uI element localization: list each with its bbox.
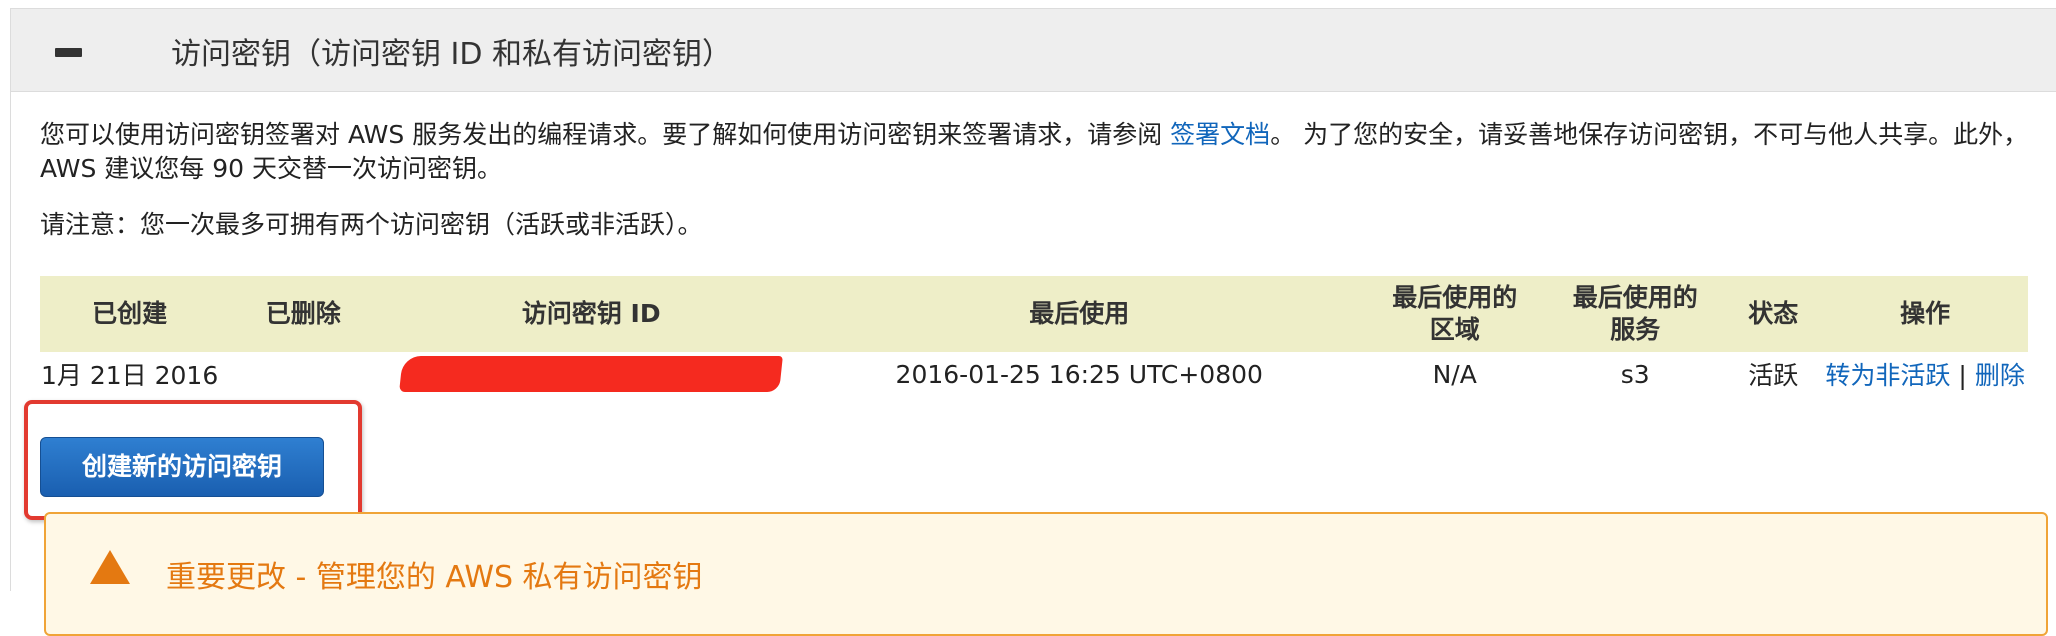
cell-service: s3 (1620, 359, 1650, 389)
table-row: 1月 21日 2016 2016-01-25 16:25 UTC+0800 N/… (40, 352, 2028, 396)
header-access-key-id: 访问密钥 ID (521, 299, 661, 328)
collapse-minus-icon[interactable] (44, 39, 82, 63)
header-service-line2: 服务 (1610, 315, 1661, 344)
panel-header[interactable]: 访问密钥（访问密钥 ID 和私有访问密钥） (10, 8, 2056, 92)
header-created: 已创建 (92, 299, 168, 328)
header-actions: 操作 (1900, 299, 1951, 328)
panel-title: 访问密钥（访问密钥 ID 和私有访问密钥） (171, 37, 733, 72)
header-last-used-region: 最后使用的 区域 (1363, 276, 1546, 352)
cell-last-used: 2016-01-25 16:25 UTC+0800 (895, 359, 1263, 389)
cell-actions: 转为非活跃 | 删除 (1822, 352, 2028, 396)
cell-access-key-id (387, 352, 795, 396)
cell-status: 活跃 (1748, 361, 1799, 390)
warning-box: 重要更改 - 管理您的 AWS 私有访问密钥 (44, 512, 2048, 636)
warning-title: 重要更改 - 管理您的 AWS 私有访问密钥 (166, 560, 703, 595)
cell-created: 1月 21日 2016 (41, 361, 219, 390)
header-last-used: 最后使用 (1029, 299, 1130, 328)
description-text: 您可以使用访问密钥签署对 AWS 服务发出的编程请求。要了解如何使用访问密钥来签… (40, 118, 2030, 186)
create-access-key-button[interactable]: 创建新的访问密钥 (40, 437, 324, 497)
header-status: 状态 (1748, 299, 1799, 328)
header-region-line2: 区域 (1429, 315, 1480, 344)
action-separator: | (1958, 361, 1967, 390)
table-header-row: 已创建 已删除 访问密钥 ID 最后使用 最后使用的 区域 最后使用的 服务 状… (40, 276, 2028, 352)
redacted-key-id (399, 356, 784, 392)
delete-link[interactable]: 删除 (1975, 361, 2025, 390)
cell-deleted (219, 352, 387, 396)
access-keys-table: 已创建 已删除 访问密钥 ID 最后使用 最后使用的 区域 最后使用的 服务 状… (40, 276, 2028, 396)
header-region-line1: 最后使用的 (1392, 283, 1518, 312)
description-part1: 您可以使用访问密钥签署对 AWS 服务发出的编程请求。要了解如何使用访问密钥来签… (40, 120, 1171, 149)
header-deleted: 已删除 (265, 299, 341, 328)
note-text: 请注意：您一次最多可拥有两个访问密钥（活跃或非活跃）。 (40, 210, 703, 239)
cell-region: N/A (1432, 359, 1477, 389)
header-service-line1: 最后使用的 (1572, 283, 1698, 312)
panel-border (10, 91, 11, 591)
header-last-used-service: 最后使用的 服务 (1546, 276, 1724, 352)
signing-docs-link[interactable]: 签署文档 (1170, 120, 1270, 149)
warning-icon (90, 550, 130, 584)
deactivate-link[interactable]: 转为非活跃 (1825, 361, 1950, 390)
